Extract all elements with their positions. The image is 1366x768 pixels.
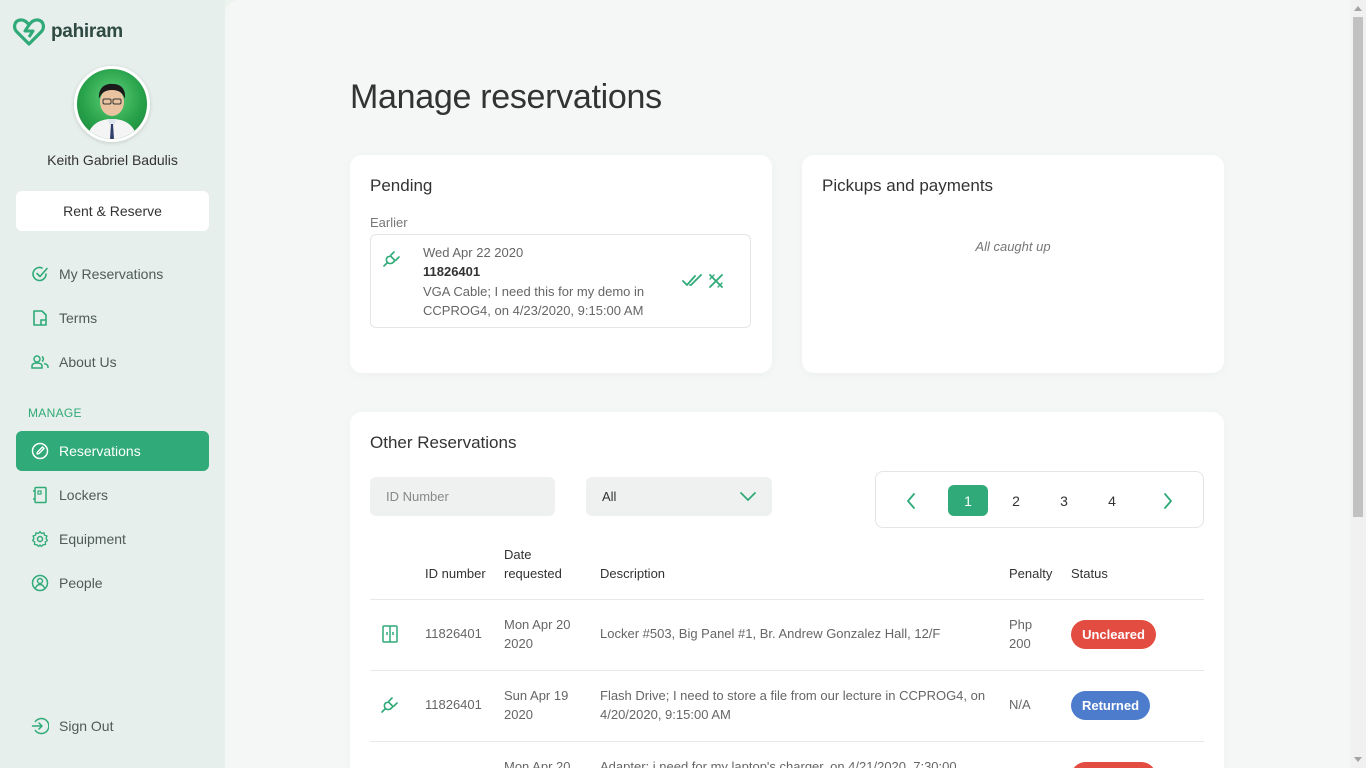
prev-page-button[interactable] (891, 485, 931, 516)
row-date: Sun Apr 19 2020 (504, 688, 569, 722)
pickups-card: Pickups and payments All caught up (802, 155, 1224, 373)
status-filter-value: All (602, 489, 617, 504)
accept-check-icon[interactable] (682, 272, 704, 295)
other-reservations-card: Other Reservations All 1 2 3 4 ID number… (350, 412, 1224, 768)
chevron-down-icon (740, 490, 756, 505)
sidebar-item-equipment[interactable]: Equipment (16, 519, 209, 559)
document-icon (30, 308, 50, 328)
avatar[interactable] (74, 66, 150, 142)
locker-icon (30, 485, 50, 505)
pending-reservation-item[interactable]: Wed Apr 22 2020 11826401 VGA Cable; I ne… (370, 234, 751, 328)
row-penalty: N/A (1009, 697, 1031, 712)
pending-id: 11826401 (423, 264, 481, 279)
column-header-penalty[interactable]: Penalty (1009, 564, 1052, 583)
sidebar-item-about-us[interactable]: About Us (16, 342, 209, 382)
sidebar-item-people[interactable]: People (16, 563, 209, 603)
chevron-right-icon (1164, 492, 1172, 509)
sidebar-item-label: Lockers (59, 487, 109, 503)
sidebar-item-reservations[interactable]: Reservations (16, 431, 209, 471)
sidebar-item-label: About Us (59, 354, 117, 370)
main-content: Manage reservations Pending Earlier Wed … (225, 0, 1350, 768)
avatar-portrait-icon (87, 83, 137, 139)
id-number-search-input[interactable] (370, 477, 555, 516)
pending-card: Pending Earlier Wed Apr 22 2020 11826401… (350, 155, 772, 373)
row-divider (370, 741, 1204, 742)
page-scrollbar[interactable] (1350, 0, 1366, 768)
scroll-thumb[interactable] (1353, 17, 1363, 517)
person-icon (30, 573, 50, 593)
pending-title: Pending (370, 176, 433, 195)
page-3-button[interactable]: 3 (1044, 485, 1084, 516)
people-icon (30, 352, 50, 372)
app-name: pahiram (51, 21, 123, 42)
gear-icon (30, 529, 50, 549)
row-date: Mon Apr 20 2020 (504, 617, 571, 651)
edit-icon (30, 441, 50, 461)
sidebar-item-my-reservations[interactable]: My Reservations (16, 254, 209, 294)
row-date: Mon Apr 20 (504, 759, 571, 768)
sidebar-item-label: Reservations (59, 443, 141, 459)
locker-icon (380, 624, 400, 649)
column-header-status[interactable]: Status (1071, 564, 1108, 583)
page-4-button[interactable]: 4 (1092, 485, 1132, 516)
earlier-label: Earlier (370, 215, 408, 230)
pending-description: VGA Cable; I need this for my demo in CC… (423, 284, 645, 318)
scroll-down-arrow-icon[interactable] (1354, 757, 1362, 762)
column-header-description[interactable]: Description (600, 564, 665, 583)
pending-date: Wed Apr 22 2020 (423, 245, 524, 260)
next-page-button[interactable] (1148, 485, 1188, 516)
manage-section-label: MANAGE (28, 406, 82, 420)
sidebar-item-terms[interactable]: Terms (16, 298, 209, 338)
scroll-up-arrow-icon[interactable] (1354, 6, 1362, 11)
rent-reserve-button[interactable]: Rent & Reserve (16, 191, 209, 231)
row-description: Locker #503, Big Panel #1, Br. Andrew Go… (600, 626, 941, 641)
status-badge: Uncleared (1071, 620, 1156, 649)
pickups-title: Pickups and payments (822, 176, 994, 195)
row-description: Flash Drive; I need to store a file from… (600, 688, 986, 722)
status-badge: Returned (1071, 691, 1150, 720)
sidebar-item-label: My Reservations (59, 266, 164, 282)
status-filter-select[interactable]: All (586, 477, 772, 516)
row-description: Adapter; i need for my laptop's charger,… (600, 759, 957, 768)
plug-icon (380, 695, 400, 720)
row-divider (370, 670, 1204, 671)
sign-out-label: Sign Out (59, 718, 114, 734)
chevron-left-icon (907, 492, 915, 509)
sidebar: pahiram Keith Gabriel Badulis Rent & Res… (0, 0, 225, 768)
check-icon (30, 264, 50, 284)
pagination: 1 2 3 4 (875, 471, 1204, 528)
plug-icon (382, 249, 402, 274)
status-badge (1071, 762, 1156, 768)
row-penalty: Php 200 (1009, 617, 1033, 651)
empty-state-text: All caught up (975, 239, 1051, 254)
row-id: 11826401 (425, 697, 482, 712)
sidebar-item-label: Equipment (59, 531, 126, 547)
header-divider (370, 599, 1204, 600)
sign-out-icon (30, 716, 50, 736)
app-logo[interactable]: pahiram (13, 17, 123, 47)
other-reservations-title: Other Reservations (370, 433, 517, 452)
row-id: 11826401 (425, 626, 482, 641)
column-header-date[interactable]: Date requested (504, 545, 574, 583)
sidebar-item-lockers[interactable]: Lockers (16, 475, 209, 515)
sidebar-item-label: Terms (59, 310, 98, 326)
column-header-id[interactable]: ID number (425, 564, 486, 583)
heart-logo-icon (13, 18, 45, 46)
sign-out-button[interactable]: Sign Out (16, 706, 209, 746)
reject-x-icon[interactable] (707, 272, 725, 295)
user-name: Keith Gabriel Badulis (47, 152, 178, 168)
page-2-button[interactable]: 2 (996, 485, 1036, 516)
sidebar-item-label: People (59, 575, 103, 591)
page-1-button[interactable]: 1 (948, 485, 988, 516)
page-title: Manage reservations (350, 78, 662, 116)
